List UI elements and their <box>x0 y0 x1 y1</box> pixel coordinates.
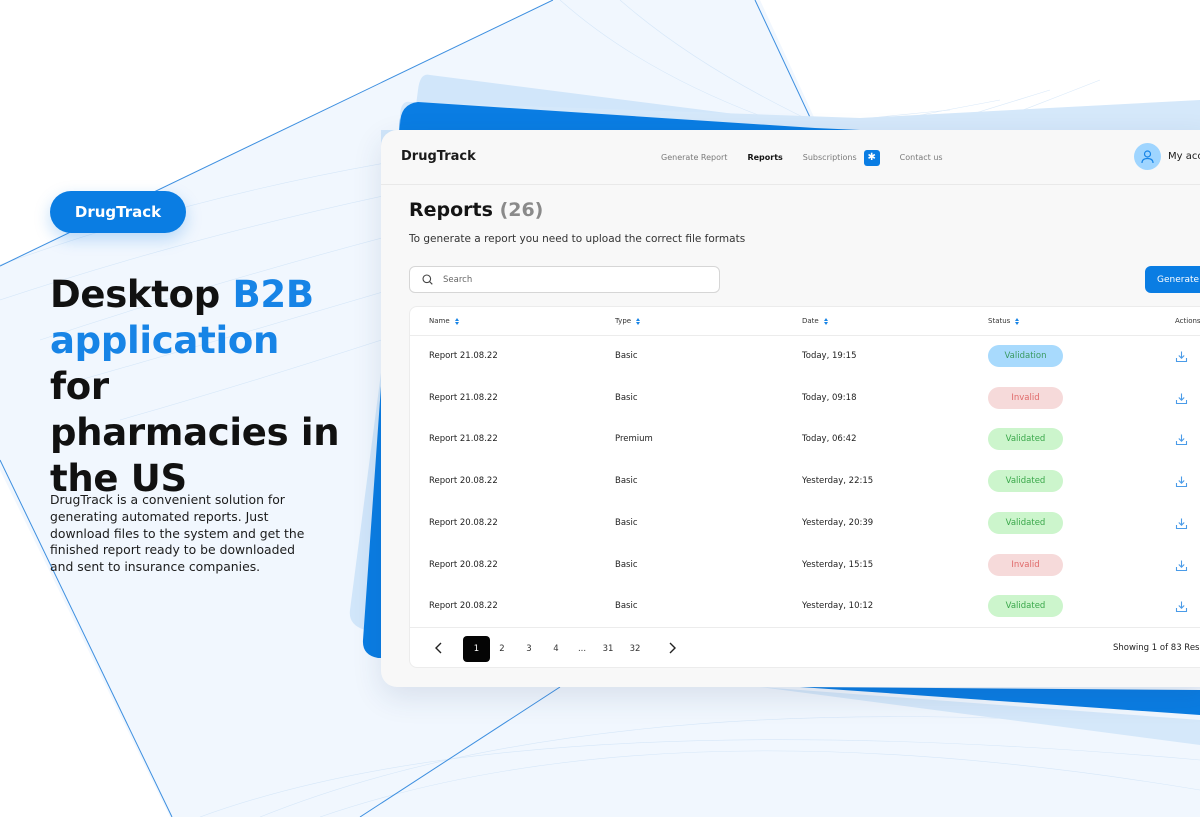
column-header-date[interactable]: Date <box>802 317 828 325</box>
report-type: Basic <box>615 517 638 528</box>
page-button[interactable]: 32 <box>629 636 641 662</box>
main-nav: Generate Report Reports Subscriptions ✱ … <box>661 130 963 185</box>
download-icon[interactable] <box>1175 433 1188 446</box>
brand-pill: DrugTrack <box>50 191 186 233</box>
headline-accent: application <box>50 319 280 362</box>
nav-subscriptions[interactable]: Subscriptions <box>803 153 857 162</box>
table-row[interactable]: Report 21.08.22 Basic Today, 19:15 Validati… <box>410 336 1200 378</box>
column-label: Name <box>429 317 450 325</box>
download-icon[interactable] <box>1175 392 1188 405</box>
hero-description: DrugTrack is a convenient solution for g… <box>50 492 305 575</box>
status-badge: Validated <box>988 470 1063 493</box>
column-label: Type <box>615 317 632 325</box>
status-badge: Invalid <box>988 553 1063 576</box>
report-date: Yesterday, 10:12 <box>802 601 874 612</box>
search-box[interactable] <box>409 266 720 293</box>
sort-icon[interactable] <box>823 317 828 325</box>
column-header-actions: Actions <box>1175 317 1200 325</box>
column-label: Date <box>802 317 819 325</box>
top-navbar: DrugTrack Generate Report Reports Subscr… <box>381 130 1200 185</box>
download-icon[interactable] <box>1175 350 1188 363</box>
status-badge: Invalid <box>988 386 1063 409</box>
pagination: 1234... 31 32 Showing 1 of 83 Results <box>410 627 1200 667</box>
page-title: Reports (26) <box>409 199 543 221</box>
generate-report-button[interactable]: Generate report <box>1145 266 1200 293</box>
report-date: Yesterday, 22:15 <box>802 476 874 487</box>
status-badge: Validated <box>988 595 1063 618</box>
column-header-name[interactable]: Name <box>429 317 459 325</box>
page-button[interactable]: 1 <box>463 636 490 662</box>
chevron-right-icon[interactable] <box>665 641 679 655</box>
app-logo[interactable]: DrugTrack <box>401 149 476 164</box>
column-label: Status <box>988 317 1011 325</box>
status-badge: Validated <box>988 511 1063 534</box>
page-title-text: Reports <box>409 199 493 221</box>
table-row[interactable]: Report 21.08.22 Basic Today, 09:18 Invalid <box>410 378 1200 420</box>
report-name: Report 21.08.22 <box>429 392 498 403</box>
download-icon[interactable] <box>1175 600 1188 613</box>
user-icon <box>1141 149 1154 163</box>
table-row[interactable]: Report 20.08.22 Basic Yesterday, 22:15 Vali… <box>410 461 1200 503</box>
account-label[interactable]: My account <box>1168 151 1200 162</box>
page-button[interactable]: 3 <box>523 636 535 662</box>
sort-icon[interactable] <box>1015 317 1020 325</box>
page-button[interactable]: 2 <box>496 636 508 662</box>
report-date: Yesterday, 20:39 <box>802 517 874 528</box>
report-type: Basic <box>615 559 638 570</box>
reports-count: (26) <box>499 199 544 221</box>
report-type: Basic <box>615 601 638 612</box>
chevron-left-icon[interactable] <box>432 641 446 655</box>
table-header: Name Type Date Status Actions <box>410 307 1200 336</box>
page-button[interactable]: 31 <box>602 636 614 662</box>
report-name: Report 20.08.22 <box>429 476 498 487</box>
account-menu[interactable]: My account <box>1134 143 1200 170</box>
download-icon[interactable] <box>1175 559 1188 572</box>
page-button[interactable]: 4 <box>550 636 562 662</box>
report-name: Report 21.08.22 <box>429 351 498 361</box>
report-name: Report 20.08.22 <box>429 517 498 528</box>
report-name: Report 21.08.22 <box>429 434 498 445</box>
download-icon[interactable] <box>1175 517 1188 530</box>
report-name: Report 20.08.22 <box>429 601 498 612</box>
search-icon <box>422 274 433 285</box>
table-row[interactable]: Report 21.08.22 Premium Today, 06:42 Valida… <box>410 419 1200 461</box>
results-summary: Showing 1 of 83 Results <box>1113 643 1200 653</box>
reports-table: Name Type Date Status Actions Report 21.… <box>409 306 1200 668</box>
download-icon[interactable] <box>1175 475 1188 488</box>
report-date: Today, 19:15 <box>802 351 857 361</box>
report-date: Yesterday, 15:15 <box>802 559 874 570</box>
sort-icon[interactable] <box>636 317 641 325</box>
report-date: Today, 09:18 <box>802 392 857 403</box>
report-type: Basic <box>615 392 638 403</box>
page-subtitle: To generate a report you need to upload … <box>409 233 746 245</box>
status-badge: Validation <box>988 345 1063 367</box>
hero-headline: Desktop B2B application for pharmacies i… <box>50 272 350 502</box>
status-badge: Validated <box>988 428 1063 451</box>
report-date: Today, 06:42 <box>802 434 857 445</box>
report-type: Basic <box>615 476 638 487</box>
headline-text: for pharmacies in the US <box>50 365 340 500</box>
asterisk-icon[interactable]: ✱ <box>863 149 880 166</box>
report-type: Basic <box>615 351 638 361</box>
column-label: Actions <box>1175 317 1200 325</box>
table-row[interactable]: Report 20.08.22 Basic Yesterday, 15:15 Inva… <box>410 545 1200 587</box>
report-type: Premium <box>615 434 653 445</box>
app-window: DrugTrack Generate Report Reports Subscr… <box>381 130 1200 687</box>
nav-reports[interactable]: Reports <box>747 153 782 162</box>
report-name: Report 20.08.22 <box>429 559 498 570</box>
sort-icon[interactable] <box>454 317 459 325</box>
column-header-status[interactable]: Status <box>988 317 1020 325</box>
table-row[interactable]: Report 20.08.22 Basic Yesterday, 10:12 Vali… <box>410 586 1200 628</box>
page-ellipsis: ... <box>577 644 587 654</box>
column-header-type[interactable]: Type <box>615 317 641 325</box>
avatar[interactable] <box>1134 143 1161 170</box>
table-row[interactable]: Report 20.08.22 Basic Yesterday, 20:39 Vali… <box>410 503 1200 545</box>
headline-text: Desktop <box>50 273 233 316</box>
headline-accent: B2B <box>232 273 315 316</box>
search-input[interactable] <box>443 274 703 285</box>
nav-contact-us[interactable]: Contact us <box>900 153 943 162</box>
nav-generate-report[interactable]: Generate Report <box>661 153 727 162</box>
